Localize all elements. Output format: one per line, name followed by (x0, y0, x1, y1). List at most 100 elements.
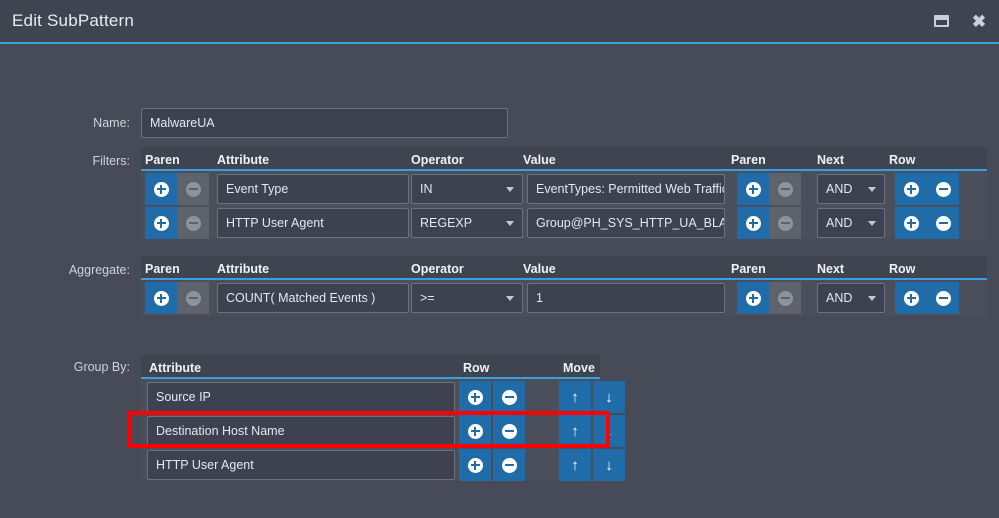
group-by-add-button-0[interactable] (459, 381, 491, 413)
filter-row-remove-button-0[interactable] (927, 173, 959, 205)
group-by-panel: Attribute Row Move Source IP ↑ ↓ Destina… (141, 355, 625, 481)
filter-paren2-add-button-0[interactable] (737, 173, 769, 205)
chevron-down-icon (506, 186, 514, 192)
aggregate-next-value-0: AND (826, 291, 853, 305)
list-item: Destination Host Name ↑ ↓ (141, 415, 625, 447)
minus-icon (935, 215, 951, 231)
filters-col-paren: Paren (145, 153, 180, 167)
group-by-remove-button-2[interactable] (493, 449, 525, 481)
aggregate-panel: Paren Attribute Operator Value Paren Nex… (141, 256, 987, 316)
aggregate-col-attribute: Attribute (217, 262, 270, 276)
restore-window-button[interactable] (931, 11, 951, 31)
aggregate-paren2-remove-button-0 (769, 282, 801, 314)
page-title: Edit SubPattern (12, 11, 135, 30)
aggregate-row-remove-button-0[interactable] (927, 282, 959, 314)
arrow-up-icon: ↑ (571, 456, 579, 474)
plus-icon (467, 423, 483, 439)
filters-col-attribute: Attribute (217, 153, 270, 167)
minus-icon (501, 389, 517, 405)
group-by-add-button-1[interactable] (459, 415, 491, 447)
aggregate-col-next: Next (817, 262, 845, 276)
filter-paren2-add-button-1[interactable] (737, 207, 769, 239)
group-by-move-up-button-1[interactable]: ↑ (559, 415, 591, 447)
aggregate-label: Aggregate: (68, 263, 130, 277)
close-button[interactable]: ✖ (969, 11, 989, 31)
table-row: Event Type IN EventTypes: Permitted Web … (141, 173, 987, 205)
filter-row-add-button-0[interactable] (895, 173, 927, 205)
filters-col-row: Row (889, 153, 916, 167)
group-by-move-up-button-0[interactable]: ↑ (559, 381, 591, 413)
group-by-move-up-button-2[interactable]: ↑ (559, 449, 591, 481)
group-by-attribute-input-0[interactable]: Source IP (147, 382, 455, 412)
plus-icon (153, 215, 169, 231)
aggregate-paren-remove-button-0 (177, 282, 209, 314)
group-by-add-button-2[interactable] (459, 449, 491, 481)
filters-header-row: Paren Attribute Operator Value Paren Nex… (141, 147, 987, 171)
minus-icon (935, 181, 951, 197)
aggregate-paren2-add-button-0[interactable] (737, 282, 769, 314)
aggregate-col-paren2: Paren (731, 262, 766, 276)
table-row: HTTP User Agent REGEXP Group@PH_SYS_HTTP… (141, 207, 987, 239)
filter-operator-select-1[interactable]: REGEXP (411, 208, 523, 238)
group-by-label: Group By: (73, 360, 130, 374)
filter-attribute-input-0[interactable]: Event Type (217, 174, 409, 204)
plus-icon (903, 215, 919, 231)
filter-value-input-0[interactable]: EventTypes: Permitted Web Traffic (527, 174, 725, 204)
filters-col-next: Next (817, 153, 845, 167)
table-row: COUNT( Matched Events ) >= 1 AND (141, 282, 987, 314)
plus-icon (745, 215, 761, 231)
list-item: Source IP ↑ ↓ (141, 381, 625, 413)
filter-row-remove-button-1[interactable] (927, 207, 959, 239)
minus-icon (185, 290, 201, 306)
aggregate-attribute-input-0[interactable]: COUNT( Matched Events ) (217, 283, 409, 313)
filter-attribute-input-1[interactable]: HTTP User Agent (217, 208, 409, 238)
filters-col-paren2: Paren (731, 153, 766, 167)
name-input[interactable] (141, 108, 508, 138)
filter-operator-value-1: REGEXP (420, 216, 473, 230)
aggregate-col-row: Row (889, 262, 916, 276)
group-by-attribute-input-2[interactable]: HTTP User Agent (147, 450, 455, 480)
filter-operator-value-0: IN (420, 182, 433, 196)
aggregate-value-input-0[interactable]: 1 (527, 283, 725, 313)
group-by-attribute-input-1[interactable]: Destination Host Name (147, 416, 455, 446)
filter-next-select-0[interactable]: AND (817, 174, 885, 204)
chevron-down-icon (868, 295, 876, 301)
group-by-move-down-button-0[interactable]: ↓ (593, 381, 625, 413)
aggregate-header-row: Paren Attribute Operator Value Paren Nex… (141, 256, 987, 280)
group-by-move-down-button-2[interactable]: ↓ (593, 449, 625, 481)
filter-value-input-1[interactable]: Group@PH_SYS_HTTP_UA_BLACKLI (527, 208, 725, 238)
minus-icon (501, 423, 517, 439)
minus-icon (935, 290, 951, 306)
minus-icon (777, 215, 793, 231)
filters-label: Filters: (92, 154, 131, 168)
filter-paren-add-button-0[interactable] (145, 173, 177, 205)
minus-icon (185, 181, 201, 197)
filter-row-add-button-1[interactable] (895, 207, 927, 239)
group-by-header-row: Attribute Row Move (141, 355, 600, 379)
dialog-title-bar: Edit SubPattern ✖ (0, 0, 999, 44)
group-by-col-move: Move (563, 361, 595, 375)
filter-paren-add-button-1[interactable] (145, 207, 177, 239)
minus-icon (777, 290, 793, 306)
aggregate-paren-add-button-0[interactable] (145, 282, 177, 314)
filter-operator-select-0[interactable]: IN (411, 174, 523, 204)
group-by-col-row: Row (463, 361, 490, 375)
group-by-move-down-button-1[interactable]: ↓ (593, 415, 625, 447)
minus-icon (185, 215, 201, 231)
aggregate-row-add-button-0[interactable] (895, 282, 927, 314)
filters-panel: Paren Attribute Operator Value Paren Nex… (141, 147, 987, 239)
dialog-body: Name: Filters: Paren Attribute Operator … (0, 44, 999, 516)
aggregate-operator-select-0[interactable]: >= (411, 283, 523, 313)
plus-icon (745, 290, 761, 306)
group-by-remove-button-1[interactable] (493, 415, 525, 447)
filter-next-select-1[interactable]: AND (817, 208, 885, 238)
restore-window-icon (933, 15, 949, 27)
group-by-col-attribute: Attribute (149, 361, 202, 375)
group-by-remove-button-0[interactable] (493, 381, 525, 413)
minus-icon (501, 457, 517, 473)
aggregate-next-select-0[interactable]: AND (817, 283, 885, 313)
chevron-down-icon (868, 186, 876, 192)
aggregate-col-paren: Paren (145, 262, 180, 276)
plus-icon (153, 181, 169, 197)
arrow-down-icon: ↓ (605, 422, 613, 440)
